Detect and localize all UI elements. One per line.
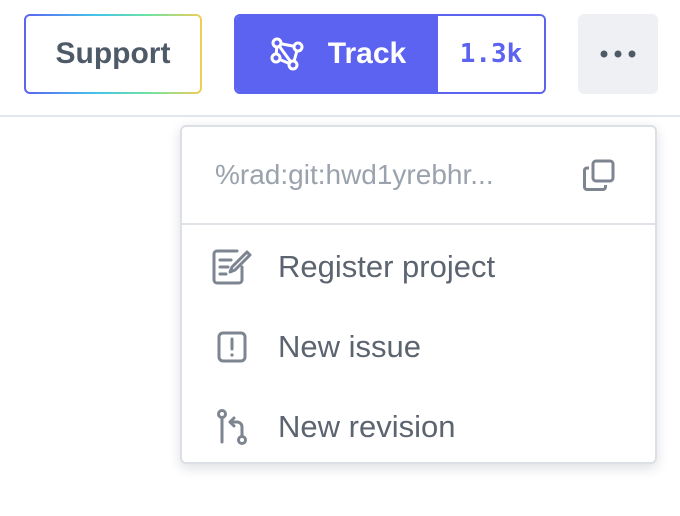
issue-icon: [210, 325, 254, 369]
support-button[interactable]: Support: [24, 14, 202, 94]
more-button[interactable]: [578, 14, 658, 94]
track-button[interactable]: Track: [236, 16, 438, 92]
edit-icon: [210, 245, 254, 289]
network-icon: [270, 37, 304, 71]
toolbar: Support Track 1.3k: [0, 0, 680, 117]
track-count[interactable]: 1.3k: [438, 16, 544, 92]
menu-item-label: New issue: [278, 329, 421, 364]
menu-item-label: Register project: [278, 249, 496, 284]
menu-item-register-project[interactable]: Register project: [182, 227, 655, 307]
dropdown-menu: %rad:git:hwd1yrebhr... Register project: [180, 125, 657, 464]
support-button-label: Support: [26, 16, 200, 92]
menu-item-label: New revision: [278, 409, 456, 444]
copy-icon[interactable]: [581, 157, 617, 193]
menu-divider: [182, 223, 655, 225]
toolbar-divider: [0, 115, 680, 117]
menu-item-new-revision[interactable]: New revision: [182, 387, 655, 467]
revision-icon: [210, 405, 254, 449]
track-button-label: Track: [327, 37, 407, 70]
project-id-row: %rad:git:hwd1yrebhr...: [182, 127, 655, 223]
menu-item-new-issue[interactable]: New issue: [182, 307, 655, 387]
track-button-group: Track 1.3k: [234, 14, 546, 94]
ellipsis-icon: [600, 50, 636, 58]
project-id: %rad:git:hwd1yrebhr...: [215, 159, 494, 190]
